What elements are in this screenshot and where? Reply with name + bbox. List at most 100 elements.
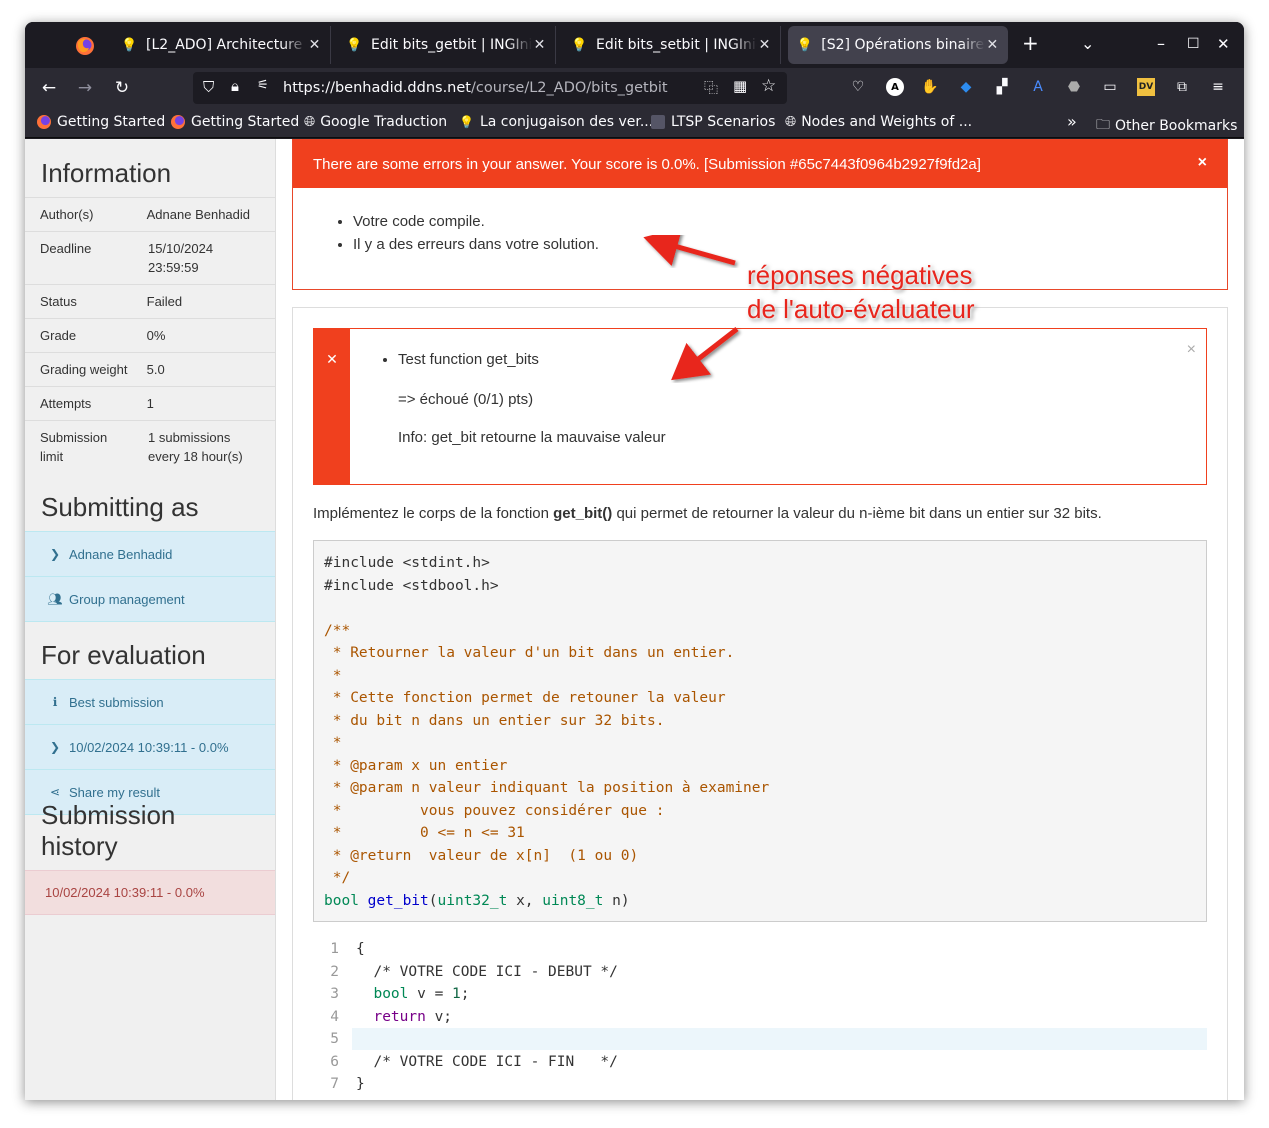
submitting-user-button[interactable]: ❯ Adnane Benhadid: [25, 531, 275, 576]
extensions-grid-icon[interactable]: ▞: [993, 78, 1011, 96]
info-icon: ℹ: [52, 695, 58, 709]
group-management-button[interactable]: 👥︎ Group management: [25, 576, 275, 621]
history-item-label: 10/02/2024 10:39:11 - 0.0%: [45, 885, 205, 900]
permissions-icon[interactable]: ⚟: [257, 78, 269, 93]
code-editor[interactable]: 1 2 3 4 5 6 7 { /* VOTRE CODE ICI - DEBU…: [313, 938, 1207, 1100]
more-bookmarks-chevron-icon[interactable]: »: [1067, 112, 1077, 131]
info-key: Status: [40, 294, 77, 309]
code-comment: * vous pouvez considérer que :: [324, 802, 665, 819]
inginious-lightbulb-icon: 💡: [346, 37, 363, 53]
evaluation-submission-label: 10/02/2024 10:39:11 - 0.0%: [69, 739, 229, 755]
info-row-submission-limit: Submission limit 1 submissions every 18 h…: [25, 420, 275, 473]
puzzle-extensions-icon[interactable]: ⧉: [1173, 78, 1191, 96]
close-tab-icon[interactable]: ✕: [532, 37, 547, 53]
best-submission-button[interactable]: ℹ Best submission: [25, 679, 275, 724]
code-keyword: return: [356, 1008, 426, 1025]
bookmark-conjugaison[interactable]: 💡 La conjugaison des ver...: [459, 114, 653, 130]
tab-4-active[interactable]: 💡 [S2] Opérations binaires | INGInious ✕: [788, 26, 1008, 64]
share-icon: ⋖: [49, 785, 61, 799]
info-key: Attempts: [40, 396, 92, 411]
inginious-lightbulb-icon: 💡: [571, 37, 588, 53]
pocket-icon[interactable]: ♡: [849, 78, 867, 96]
bookmark-star-icon[interactable]: ☆: [761, 76, 776, 96]
test-info: Info: get_bit retourne la mauvaise valeu…: [398, 429, 666, 446]
close-tab-icon[interactable]: ✕: [307, 37, 322, 53]
tab-title: Edit bits_getbit | INGInious: [371, 37, 532, 53]
user-name: Adnane Benhadid: [69, 546, 173, 562]
tab-1[interactable]: 💡 [L2_ADO] Architecture des ✕: [113, 26, 331, 64]
desc-text: Implémentez le corps de la fonction: [313, 505, 554, 522]
maximize-icon[interactable]: ☐: [1187, 36, 1200, 52]
editor-line[interactable]: return v;: [356, 1006, 452, 1029]
firefox-icon[interactable]: [75, 36, 95, 56]
gnome-extension-icon[interactable]: ✋: [921, 78, 939, 96]
result-message: Votre code compile.: [353, 210, 1227, 233]
code-arg: x,: [507, 892, 543, 909]
editor-line[interactable]: }: [356, 1073, 365, 1096]
code-comment: *: [324, 667, 342, 684]
url-bar[interactable]: ⛉ 🔒︎ ⚟ https://benhadid.ddns.net/course/…: [193, 72, 787, 104]
code-comment: * @return valeur de x[n] (1 ou 0): [324, 847, 639, 864]
code-number: 1: [452, 986, 461, 1002]
sidebar: Information Author(s) Adnane Benhadid Dea…: [25, 139, 276, 1100]
info-value: 15/10/2024 23:59:59: [148, 241, 214, 275]
info-key: Grade: [40, 328, 77, 343]
close-window-icon[interactable]: ✕: [1217, 35, 1230, 53]
history-item[interactable]: 10/02/2024 10:39:11 - 0.0%: [25, 870, 275, 915]
line-number: 4: [330, 1008, 339, 1025]
info-value: Failed: [146, 294, 183, 309]
menu-hamburger-icon[interactable]: ≡: [1209, 78, 1227, 96]
bookmark-getting-started-1[interactable]: Getting Started: [37, 114, 165, 130]
for-evaluation-title: For evaluation: [25, 621, 275, 679]
minimize-icon[interactable]: –: [1157, 34, 1165, 53]
other-bookmarks[interactable]: 🗀 Other Bookmarks: [1096, 114, 1237, 138]
tab-2[interactable]: 💡 Edit bits_getbit | INGInious ✕: [338, 26, 556, 64]
bookmark-nodes-weights[interactable]: 🌐︎ Nodes and Weights of ...: [785, 114, 972, 130]
info-value: 1: [146, 396, 154, 411]
bookmark-label: Other Bookmarks: [1115, 118, 1238, 134]
tracking-shield-icon[interactable]: ⛉: [203, 78, 214, 96]
privacy-badger-icon[interactable]: ⬣: [1065, 78, 1083, 96]
forward-icon[interactable]: →: [73, 76, 97, 100]
list-tabs-chevron-icon[interactable]: ⌄: [1081, 34, 1094, 53]
evaluation-submission-button[interactable]: ❯ 10/02/2024 10:39:11 - 0.0%: [25, 724, 275, 769]
code-type: uint32_t: [437, 892, 508, 909]
bookmark-getting-started-2[interactable]: Getting Started: [171, 114, 299, 130]
bookmark-ltsp-scenarios[interactable]: LTSP Scenarios: [651, 114, 775, 130]
error-header: There are some errors in your answer. Yo…: [293, 140, 1227, 188]
tab-3[interactable]: 💡 Edit bits_setbit | INGInious ✕: [563, 26, 781, 64]
translate-icon[interactable]: ⿻: [704, 78, 718, 98]
editor-line[interactable]: /* VOTRE CODE ICI - DEBUT */: [356, 961, 617, 984]
translator-icon[interactable]: A: [1029, 78, 1047, 96]
back-icon[interactable]: ←: [37, 76, 61, 100]
best-submission-label: Best submission: [69, 694, 164, 710]
annotation-label-line1: réponses négatives: [747, 260, 973, 290]
new-tab-icon[interactable]: +: [1022, 31, 1039, 55]
account-avatar-icon[interactable]: A: [886, 78, 904, 96]
close-tab-icon[interactable]: ✕: [985, 37, 1000, 53]
code-arg: n): [603, 892, 630, 909]
lock-icon[interactable]: 🔒︎: [231, 77, 239, 95]
editor-line[interactable]: bool v = 1;: [356, 983, 469, 1006]
info-row-grade: Grade 0%: [25, 318, 275, 352]
tab-title: [L2_ADO] Architecture des: [146, 37, 307, 53]
dv-extension-icon[interactable]: DV: [1137, 78, 1155, 96]
bookmark-label: Nodes and Weights of ...: [801, 114, 973, 130]
bookmark-google-traduction[interactable]: 🌐︎ Google Traduction: [304, 114, 447, 130]
reader-page-icon[interactable]: ▭: [1101, 78, 1119, 96]
url-text[interactable]: https://benhadid.ddns.net/course/L2_ADO/…: [283, 80, 668, 96]
code-comment: * 0 <= n <= 31: [324, 825, 525, 841]
ltsp-icon: [651, 115, 665, 129]
close-tab-icon[interactable]: ✕: [757, 37, 772, 53]
submitting-as-title: Submitting as: [41, 492, 199, 522]
close-test-alert-icon[interactable]: ×: [1187, 341, 1196, 359]
qr-code-icon[interactable]: ▦: [733, 77, 747, 95]
reload-icon[interactable]: ↻: [110, 76, 134, 100]
editor-line[interactable]: /* VOTRE CODE ICI - FIN */: [356, 1051, 617, 1074]
line-number: 2: [330, 963, 339, 980]
active-line-highlight: [352, 1028, 1207, 1050]
information-title: Information: [41, 158, 172, 188]
dev-extension-icon[interactable]: ◆: [957, 78, 975, 96]
editor-line[interactable]: {: [356, 938, 365, 961]
close-alert-icon[interactable]: ×: [1198, 154, 1207, 172]
